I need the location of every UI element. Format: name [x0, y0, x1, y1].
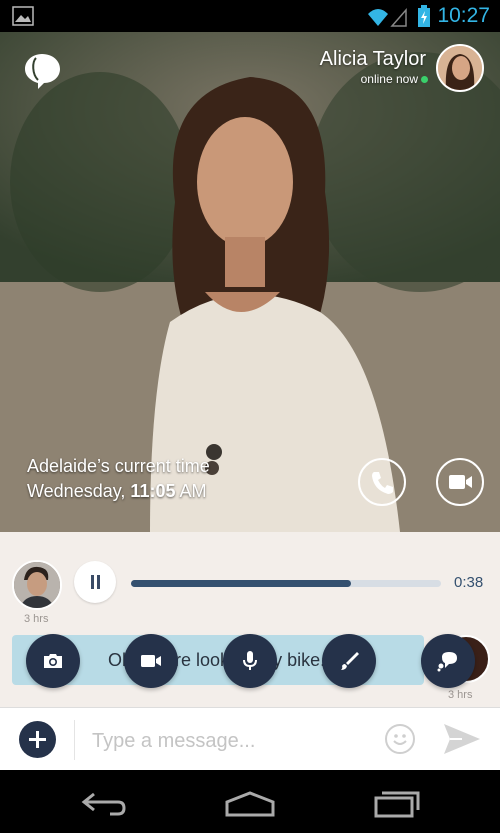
location-time-value: Wednesday, 11:05 AM — [27, 481, 206, 502]
video-camera-icon — [449, 475, 472, 489]
attach-video-button[interactable] — [124, 634, 178, 688]
gallery-icon — [12, 6, 34, 26]
contact-avatar-image — [438, 46, 482, 90]
message-composer — [0, 707, 500, 771]
phone-icon — [372, 472, 393, 494]
status-clock: 10:27 — [437, 4, 490, 27]
location-ampm: AM — [179, 481, 207, 501]
back-icon[interactable] — [80, 790, 128, 816]
battery-charging-icon — [418, 5, 430, 27]
composer-divider — [74, 720, 75, 760]
status-bar: 10:27 — [0, 0, 500, 32]
add-button[interactable] — [19, 721, 56, 758]
signal-icon — [368, 8, 407, 27]
video-call-button[interactable] — [436, 458, 484, 506]
home-icon[interactable] — [224, 790, 276, 818]
contact-status: online now — [360, 72, 418, 86]
call-button[interactable] — [358, 458, 406, 506]
text-message-time: 3 hrs — [448, 689, 473, 701]
microphone-icon — [243, 651, 257, 670]
attach-audio-button[interactable] — [223, 634, 277, 688]
recent-apps-icon[interactable] — [372, 790, 422, 818]
message-input[interactable] — [90, 724, 374, 758]
video-icon — [141, 655, 161, 667]
smiley-icon — [393, 734, 407, 745]
online-indicator — [421, 76, 428, 83]
conversation[interactable]: 3 hrs 0:38 Oh, you’re looking my bike. 3… — [0, 532, 500, 707]
location-time: 11:05 — [130, 481, 176, 501]
contact-photo: Alicia Taylor online now Adelaide’s curr… — [0, 32, 500, 532]
voice-duration: 0:38 — [454, 574, 484, 591]
location-day: Wednesday, — [27, 481, 126, 501]
sticker-bubble-icon — [437, 652, 457, 672]
navigation-bar — [0, 770, 500, 833]
attach-camera-button[interactable] — [26, 634, 80, 688]
camera-icon — [44, 654, 62, 668]
attach-sticker-button[interactable] — [421, 634, 475, 688]
sender-avatar[interactable] — [12, 560, 62, 610]
contact-avatar[interactable] — [436, 44, 484, 92]
chat-bubble-logo-icon — [25, 54, 60, 89]
sender-avatar-image — [14, 562, 60, 608]
contact-name: Alicia Taylor — [319, 48, 426, 70]
voice-message-time: 3 hrs — [24, 613, 49, 625]
voice-progress-bar[interactable] — [131, 580, 441, 587]
brush-icon — [341, 652, 359, 670]
location-time-label: Adelaide’s current time — [27, 456, 210, 476]
send-icon[interactable] — [442, 722, 482, 756]
pause-button[interactable] — [74, 561, 116, 603]
emoji-button[interactable] — [385, 724, 415, 754]
voice-progress-fill — [131, 580, 352, 587]
attach-draw-button[interactable] — [322, 634, 376, 688]
